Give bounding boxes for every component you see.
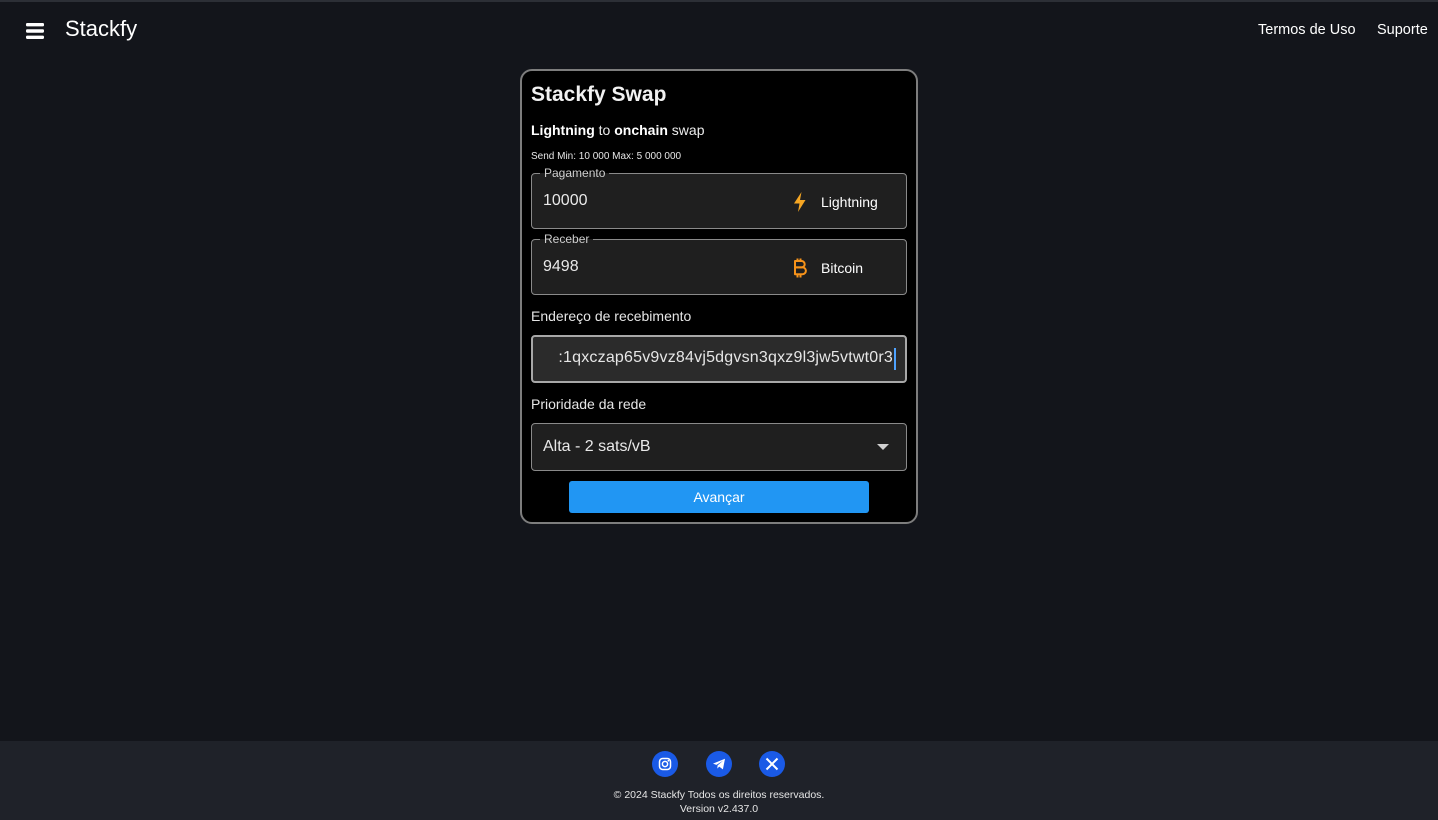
payment-field[interactable]: Pagamento 10000 Lightning [531, 165, 907, 229]
payment-asset-label: Lightning [821, 194, 878, 210]
priority-selected-value: Alta - 2 sats/vB [543, 438, 651, 455]
receive-address-input[interactable]: :1qxczap65v9vz84vj5dgvsn3qxz9l3jw5vtwt0r… [531, 335, 907, 383]
menu-icon[interactable] [24, 20, 46, 42]
receive-field[interactable]: Receber 9498 Bitcoin [531, 231, 907, 295]
version-text: Version v2.437.0 [679, 803, 759, 815]
send-limits: Send Min: 10 000 Max: 5 000 000 [531, 151, 682, 162]
advance-button[interactable]: Avançar [569, 481, 869, 513]
address-label: Endereço de recebimento [531, 308, 692, 324]
nav-support-link[interactable]: Suporte [1377, 22, 1428, 38]
swap-title: Stackfy Swap [531, 83, 667, 106]
subtitle-suffix: swap [671, 122, 705, 138]
swap-subtitle: Lightning to onchain swap [531, 122, 704, 138]
subtitle-to: onchain [614, 122, 668, 138]
receive-address-value[interactable]: :1qxczap65v9vz84vj5dgvsn3qxz9l3jw5vtwt0r… [558, 349, 893, 367]
subtitle-connector: to [598, 122, 611, 138]
bitcoin-icon [790, 257, 810, 279]
swap-card: Stackfy Swap Lightning to onchain swap S… [520, 69, 918, 524]
payment-legend: Pagamento [540, 165, 610, 181]
copyright-text: © 2024 Stackfy Todos os direitos reserva… [613, 789, 825, 801]
x-icon[interactable] [759, 751, 785, 777]
priority-label: Prioridade da rede [531, 396, 647, 412]
text-caret [894, 348, 896, 370]
receive-legend: Receber [540, 231, 594, 247]
subtitle-from: Lightning [531, 122, 595, 138]
payment-amount[interactable]: 10000 [543, 192, 588, 210]
network-priority-select[interactable]: Alta - 2 sats/vB [531, 423, 907, 471]
instagram-icon[interactable] [652, 751, 678, 777]
app-footer: © 2024 Stackfy Todos os direitos reserva… [0, 741, 1438, 820]
chevron-down-icon[interactable] [877, 444, 889, 450]
app-header: Stackfy Termos de Uso Suporte [0, 2, 1438, 58]
brand-logo-text[interactable]: Stackfy [65, 16, 137, 42]
receive-asset-label: Bitcoin [821, 260, 864, 276]
telegram-icon[interactable] [706, 751, 732, 777]
receive-amount[interactable]: 9498 [543, 258, 579, 276]
lightning-bolt-icon [790, 191, 810, 213]
nav-terms-link[interactable]: Termos de Uso [1258, 22, 1356, 38]
